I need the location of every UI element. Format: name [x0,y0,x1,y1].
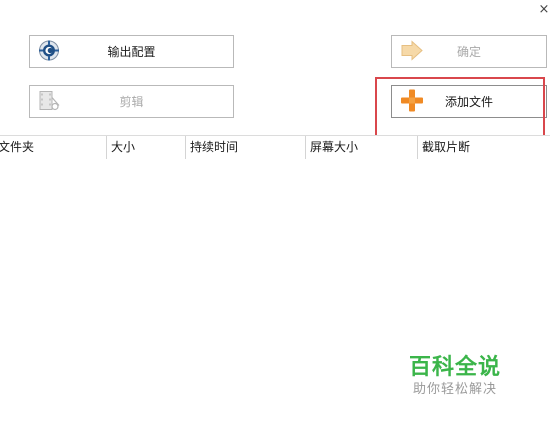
watermark-subtitle: 助你轻松解决 [412,382,497,397]
watermark-logo: 百科全说 助你轻松解决 [400,355,510,399]
column-header-folder[interactable]: 文件夹 [0,136,107,159]
column-header-size[interactable]: 大小 [107,136,186,159]
confirm-button[interactable]: 确定 [391,35,547,68]
column-header-clip[interactable]: 截取片断 [418,136,550,159]
output-config-button[interactable]: 输出配置 [29,35,234,68]
file-table-header: 文件夹 大小 持续时间 屏幕大小 截取片断 [0,135,550,161]
column-header-duration[interactable]: 持续时间 [186,136,306,159]
gear-icon [38,39,60,64]
column-header-resolution[interactable]: 屏幕大小 [306,136,418,159]
watermark-title: 百科全说 [408,355,501,380]
cut-button[interactable]: 剪辑 [29,85,234,118]
arrow-right-icon [400,39,424,64]
close-button[interactable]: × [538,2,550,18]
output-config-label: 输出配置 [107,45,156,59]
film-scissors-icon [38,89,62,114]
